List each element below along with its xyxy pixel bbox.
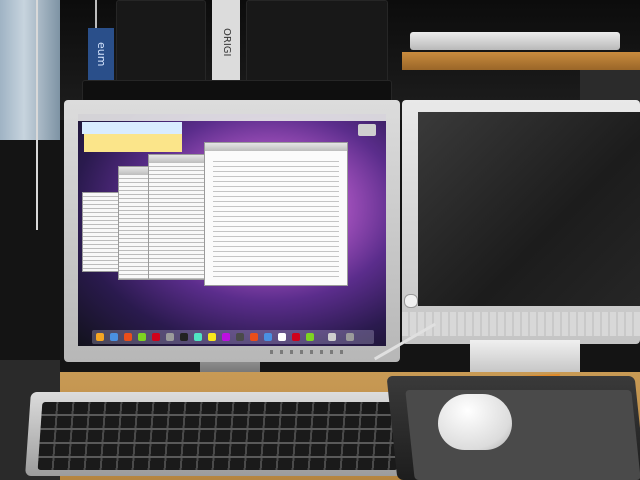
app-icon: [208, 333, 216, 341]
browser-window: [204, 142, 348, 286]
book-spine: ORIGI: [212, 0, 240, 84]
second-monitor-screen: [418, 112, 640, 306]
trash-icon: [346, 333, 354, 341]
hard-drive-icon: [358, 124, 376, 136]
app-icon: [278, 333, 286, 341]
app-icon: [264, 333, 272, 341]
menu-bar: [78, 114, 386, 121]
laptop: [410, 32, 620, 50]
finder-icon: [96, 333, 104, 341]
binder-label: eum: [88, 28, 114, 80]
wooden-shelf: [402, 52, 640, 70]
app-icon: [152, 333, 160, 341]
app-icon: [194, 333, 202, 341]
app-icon: [166, 333, 174, 341]
terminal-icon: [180, 333, 188, 341]
firefox-icon: [124, 333, 132, 341]
window-titlebar: [205, 143, 347, 151]
app-icon: [250, 333, 258, 341]
page-text: [213, 157, 339, 277]
app-icon: [110, 333, 118, 341]
binders: [0, 0, 60, 140]
app-icon: [138, 333, 146, 341]
main-monitor-screen: [78, 114, 386, 346]
monitor-buttons: [270, 350, 350, 354]
keyboard-key-rows: [37, 402, 403, 470]
monitor-logo: [404, 294, 418, 308]
cable: [36, 0, 38, 230]
app-icon: [306, 333, 314, 341]
device-box: [580, 70, 640, 104]
app-icon: [222, 333, 230, 341]
mouse: [438, 394, 512, 450]
app-icon: [236, 333, 244, 341]
speaker-left: [116, 0, 206, 84]
app-icon: [292, 333, 300, 341]
dock: [92, 330, 374, 344]
sticky-note: [82, 122, 182, 134]
app-icon: [328, 333, 336, 341]
shelf-edge: [82, 80, 392, 102]
monitor-speaker-strip: [402, 312, 640, 336]
speaker-right: [246, 0, 388, 86]
photo-scene: eum ORIGI: [0, 0, 640, 480]
sticky-note: [84, 134, 182, 152]
